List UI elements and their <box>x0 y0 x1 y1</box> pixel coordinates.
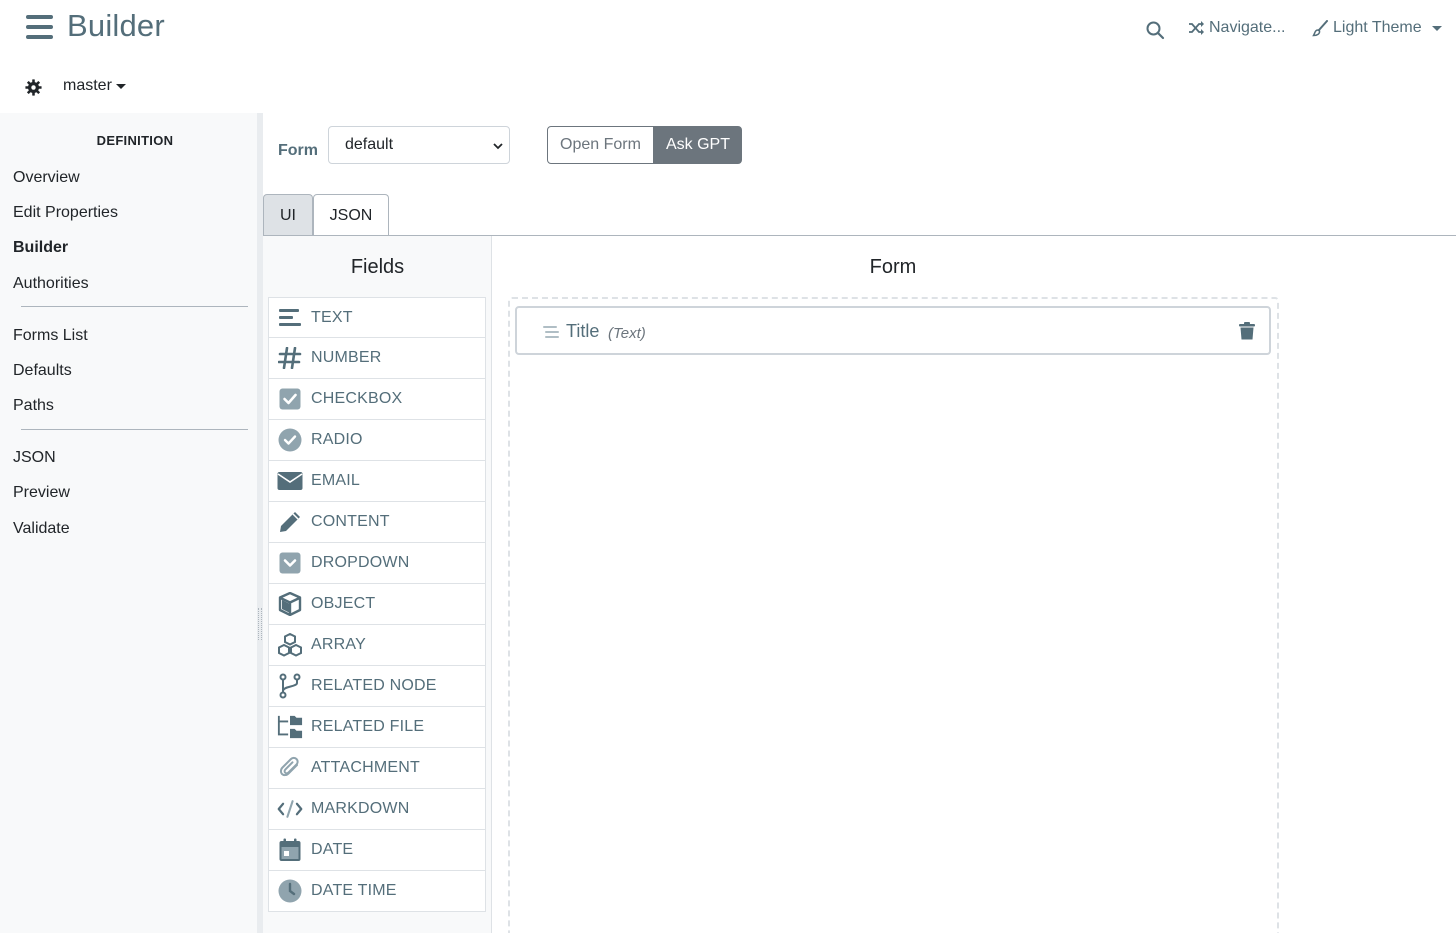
clock-icon <box>277 878 303 904</box>
chevron-down-icon <box>1431 25 1442 31</box>
field-type-label: RELATED NODE <box>311 677 437 694</box>
field-type-related-node[interactable]: RELATED NODE <box>268 666 486 707</box>
cube-icon <box>277 591 303 617</box>
top-navbar: Builder Navigate... Light Theme <box>0 0 1456 60</box>
field-type-label: RELATED FILE <box>311 718 425 735</box>
sidebar: DEFINITION Overview Edit Properties Buil… <box>0 113 257 933</box>
field-type-label: CONTENT <box>311 513 390 530</box>
sidebar-heading: DEFINITION <box>96 133 174 148</box>
field-type-attachment[interactable]: ATTACHMENT <box>268 748 486 789</box>
brush-icon <box>1312 19 1328 36</box>
field-type-checkbox[interactable]: CHECKBOX <box>268 379 486 420</box>
chevron-down-icon <box>493 143 503 150</box>
field-type-label: CHECKBOX <box>311 390 403 407</box>
sidebar-divider <box>21 429 248 430</box>
dropdown-icon <box>277 550 303 576</box>
code-branch-icon <box>277 673 303 699</box>
field-type-label: RADIO <box>311 431 363 448</box>
search-icon[interactable] <box>1145 20 1165 40</box>
field-palette: TEXT NUMBER CHECKBOX RADIO EMAIL CONTENT <box>268 297 486 912</box>
sidebar-item-paths[interactable]: Paths <box>13 397 54 415</box>
field-type-content[interactable]: CONTENT <box>268 502 486 543</box>
hashtag-icon <box>277 345 303 371</box>
sidebar-item-authorities[interactable]: Authorities <box>13 275 89 293</box>
field-type-label: MARKDOWN <box>311 800 410 817</box>
field-type-label: ARRAY <box>311 636 366 653</box>
field-type-label: ATTACHMENT <box>311 759 420 776</box>
theme-label: Light Theme <box>1333 19 1422 36</box>
field-type-number[interactable]: NUMBER <box>268 338 486 379</box>
field-type-date-time[interactable]: DATE TIME <box>268 871 486 912</box>
sidebar-item-overview[interactable]: Overview <box>13 169 80 187</box>
ask-gpt-button[interactable]: Ask GPT <box>654 126 742 164</box>
form-field-type: (Text) <box>608 325 646 342</box>
field-type-label: DROPDOWN <box>311 554 410 571</box>
branch-dropdown[interactable]: master <box>63 77 126 95</box>
field-type-label: DATE <box>311 841 354 858</box>
field-type-label: NUMBER <box>311 349 382 366</box>
sidebar-item-forms-list[interactable]: Forms List <box>13 327 88 345</box>
fields-panel-title: Fields <box>350 256 405 278</box>
branch-label: master <box>63 77 112 94</box>
chevron-down-icon <box>115 83 126 89</box>
envelope-icon <box>277 468 303 494</box>
field-type-email[interactable]: EMAIL <box>268 461 486 502</box>
form-field-title: Title <box>566 321 600 341</box>
paperclip-icon <box>277 755 303 781</box>
tab-ui[interactable]: UI <box>263 194 313 236</box>
sidebar-item-preview[interactable]: Preview <box>13 484 70 502</box>
shuffle-icon <box>1189 21 1204 35</box>
resize-handle-icon[interactable] <box>258 608 262 640</box>
sidebar-item-json[interactable]: JSON <box>13 449 56 467</box>
text-lines-icon[interactable] <box>543 324 559 340</box>
open-form-button[interactable]: Open Form <box>547 126 654 164</box>
field-type-array[interactable]: ARRAY <box>268 625 486 666</box>
cubes-icon <box>277 632 303 658</box>
field-type-dropdown[interactable]: DROPDOWN <box>268 543 486 584</box>
app-brand[interactable]: Builder <box>67 8 165 44</box>
folder-tree-icon <box>277 714 303 740</box>
field-type-related-file[interactable]: RELATED FILE <box>268 707 486 748</box>
form-select-label: Form <box>278 142 318 159</box>
sidebar-item-defaults[interactable]: Defaults <box>13 362 72 380</box>
sidebar-item-builder[interactable]: Builder <box>13 239 68 257</box>
field-type-date[interactable]: DATE <box>268 830 486 871</box>
tab-json[interactable]: JSON <box>313 194 389 236</box>
field-type-label: EMAIL <box>311 472 361 489</box>
code-icon <box>277 796 303 822</box>
form-field-item[interactable]: Title (Text) <box>515 306 1271 355</box>
field-type-object[interactable]: OBJECT <box>268 584 486 625</box>
field-type-label: TEXT <box>311 308 353 326</box>
field-type-text[interactable]: TEXT <box>268 297 486 338</box>
theme-dropdown[interactable]: Light Theme <box>1312 19 1442 37</box>
form-select[interactable]: default <box>328 126 510 164</box>
field-type-markdown[interactable]: MARKDOWN <box>268 789 486 830</box>
trash-icon[interactable] <box>1239 322 1255 340</box>
hamburger-menu-icon[interactable] <box>26 15 54 41</box>
form-select-value: default <box>345 136 394 153</box>
calendar-icon <box>277 837 303 863</box>
branch-bar: master <box>0 60 1456 113</box>
text-lines-icon <box>277 305 303 331</box>
navigate-label: Navigate... <box>1209 19 1286 36</box>
form-dropzone[interactable] <box>508 297 1279 933</box>
radio-check-icon <box>277 427 303 453</box>
checkbox-icon <box>277 386 303 412</box>
sidebar-divider <box>21 306 248 307</box>
navigate-button[interactable]: Navigate... <box>1188 19 1285 37</box>
field-type-label: OBJECT <box>311 595 376 612</box>
pencil-icon <box>277 509 303 535</box>
gear-icon[interactable] <box>25 79 42 96</box>
form-panel-title: Form <box>869 256 917 278</box>
field-type-label: DATE TIME <box>311 882 397 899</box>
sidebar-item-edit-properties[interactable]: Edit Properties <box>13 204 118 222</box>
field-type-radio[interactable]: RADIO <box>268 420 486 461</box>
sidebar-item-validate[interactable]: Validate <box>13 520 70 538</box>
